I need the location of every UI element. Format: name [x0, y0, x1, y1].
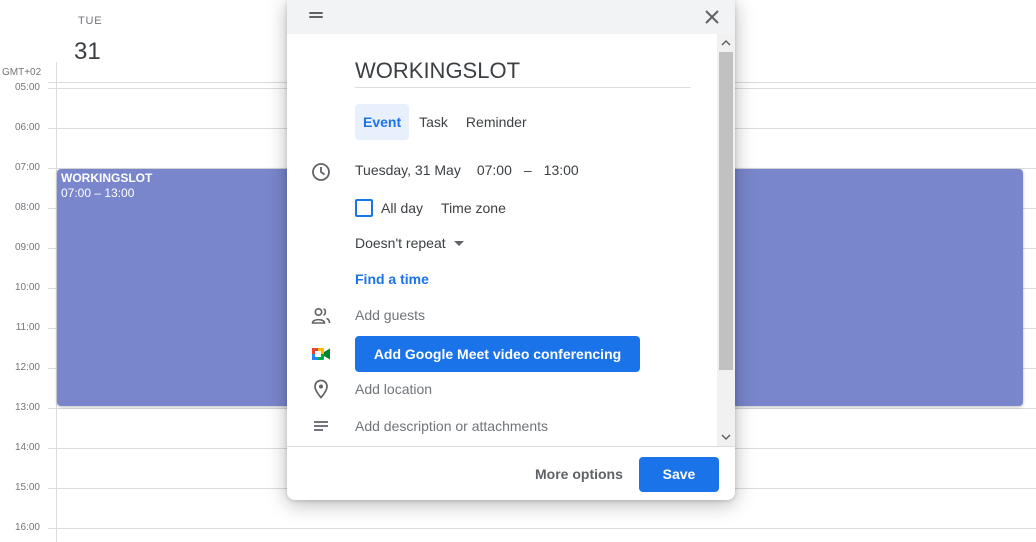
hour-label: 13:00	[14, 402, 40, 413]
hour-label: 05:00	[14, 82, 40, 93]
timezone-label: GMT+02	[2, 67, 42, 78]
repeat-dropdown[interactable]: Doesn't repeat	[355, 235, 464, 251]
hour-label: 08:00	[14, 202, 40, 213]
scrollbar[interactable]	[717, 34, 735, 446]
people-icon	[311, 307, 331, 324]
find-time-link[interactable]: Find a time	[355, 271, 429, 287]
drag-handle-icon[interactable]	[309, 12, 323, 18]
chevron-down-icon	[453, 240, 464, 246]
scrollbar-thumb[interactable]	[719, 52, 733, 370]
close-icon	[705, 10, 719, 24]
time-zone-button[interactable]: Time zone	[441, 200, 506, 216]
event-dialog: Event Task Reminder Tuesday, 31 May 07:0…	[287, 0, 735, 500]
save-button[interactable]: Save	[639, 457, 719, 492]
add-guests-input[interactable]: Add guests	[355, 307, 425, 323]
hour-label: 14:00	[14, 442, 40, 453]
hour-label: 11:00	[15, 322, 40, 333]
chevron-down-icon[interactable]	[721, 430, 731, 444]
tab-task[interactable]: Task	[411, 104, 456, 140]
dialog-header[interactable]	[287, 0, 735, 34]
description-icon	[314, 421, 328, 431]
event-type-tabs: Event Task Reminder	[355, 104, 535, 140]
hour-label: 15:00	[14, 482, 40, 493]
day-name: TUE	[78, 15, 103, 27]
tab-event[interactable]: Event	[355, 104, 410, 140]
dialog-footer: More options Save	[287, 446, 735, 500]
add-location-input[interactable]: Add location	[355, 381, 432, 397]
hour-label: 09:00	[14, 242, 40, 253]
more-options-button[interactable]: More options	[523, 457, 635, 491]
hour-label: 12:00	[14, 362, 40, 373]
date-time-row: Tuesday, 31 May 07:00 – 13:00	[355, 162, 579, 178]
chevron-up-icon[interactable]	[721, 36, 731, 50]
close-button[interactable]	[701, 6, 723, 28]
day-number[interactable]: 31	[74, 38, 101, 66]
hour-gridline	[48, 528, 1036, 529]
add-google-meet-button[interactable]: Add Google Meet video conferencing	[355, 336, 640, 372]
end-time-picker[interactable]: 13:00	[544, 162, 579, 178]
tab-reminder[interactable]: Reminder	[458, 104, 535, 140]
all-day-checkbox[interactable]	[355, 199, 373, 217]
hour-label: 16:00	[14, 522, 40, 533]
hour-label: 07:00	[14, 162, 40, 173]
location-pin-icon	[314, 379, 328, 399]
all-day-label[interactable]: All day	[381, 200, 423, 216]
add-description-input[interactable]: Add description or attachments	[355, 418, 548, 434]
time-separator: –	[523, 162, 532, 178]
title-input[interactable]	[355, 56, 691, 88]
date-picker[interactable]: Tuesday, 31 May	[355, 162, 461, 178]
clock-icon	[312, 163, 330, 181]
hour-label: 10:00	[14, 282, 40, 293]
repeat-label: Doesn't repeat	[355, 235, 446, 251]
start-time-picker[interactable]: 07:00	[477, 162, 512, 178]
google-meet-icon	[312, 348, 330, 360]
all-day-row: All day Time zone	[355, 199, 506, 217]
hour-label: 06:00	[14, 122, 40, 133]
dialog-body: Event Task Reminder Tuesday, 31 May 07:0…	[287, 34, 735, 446]
